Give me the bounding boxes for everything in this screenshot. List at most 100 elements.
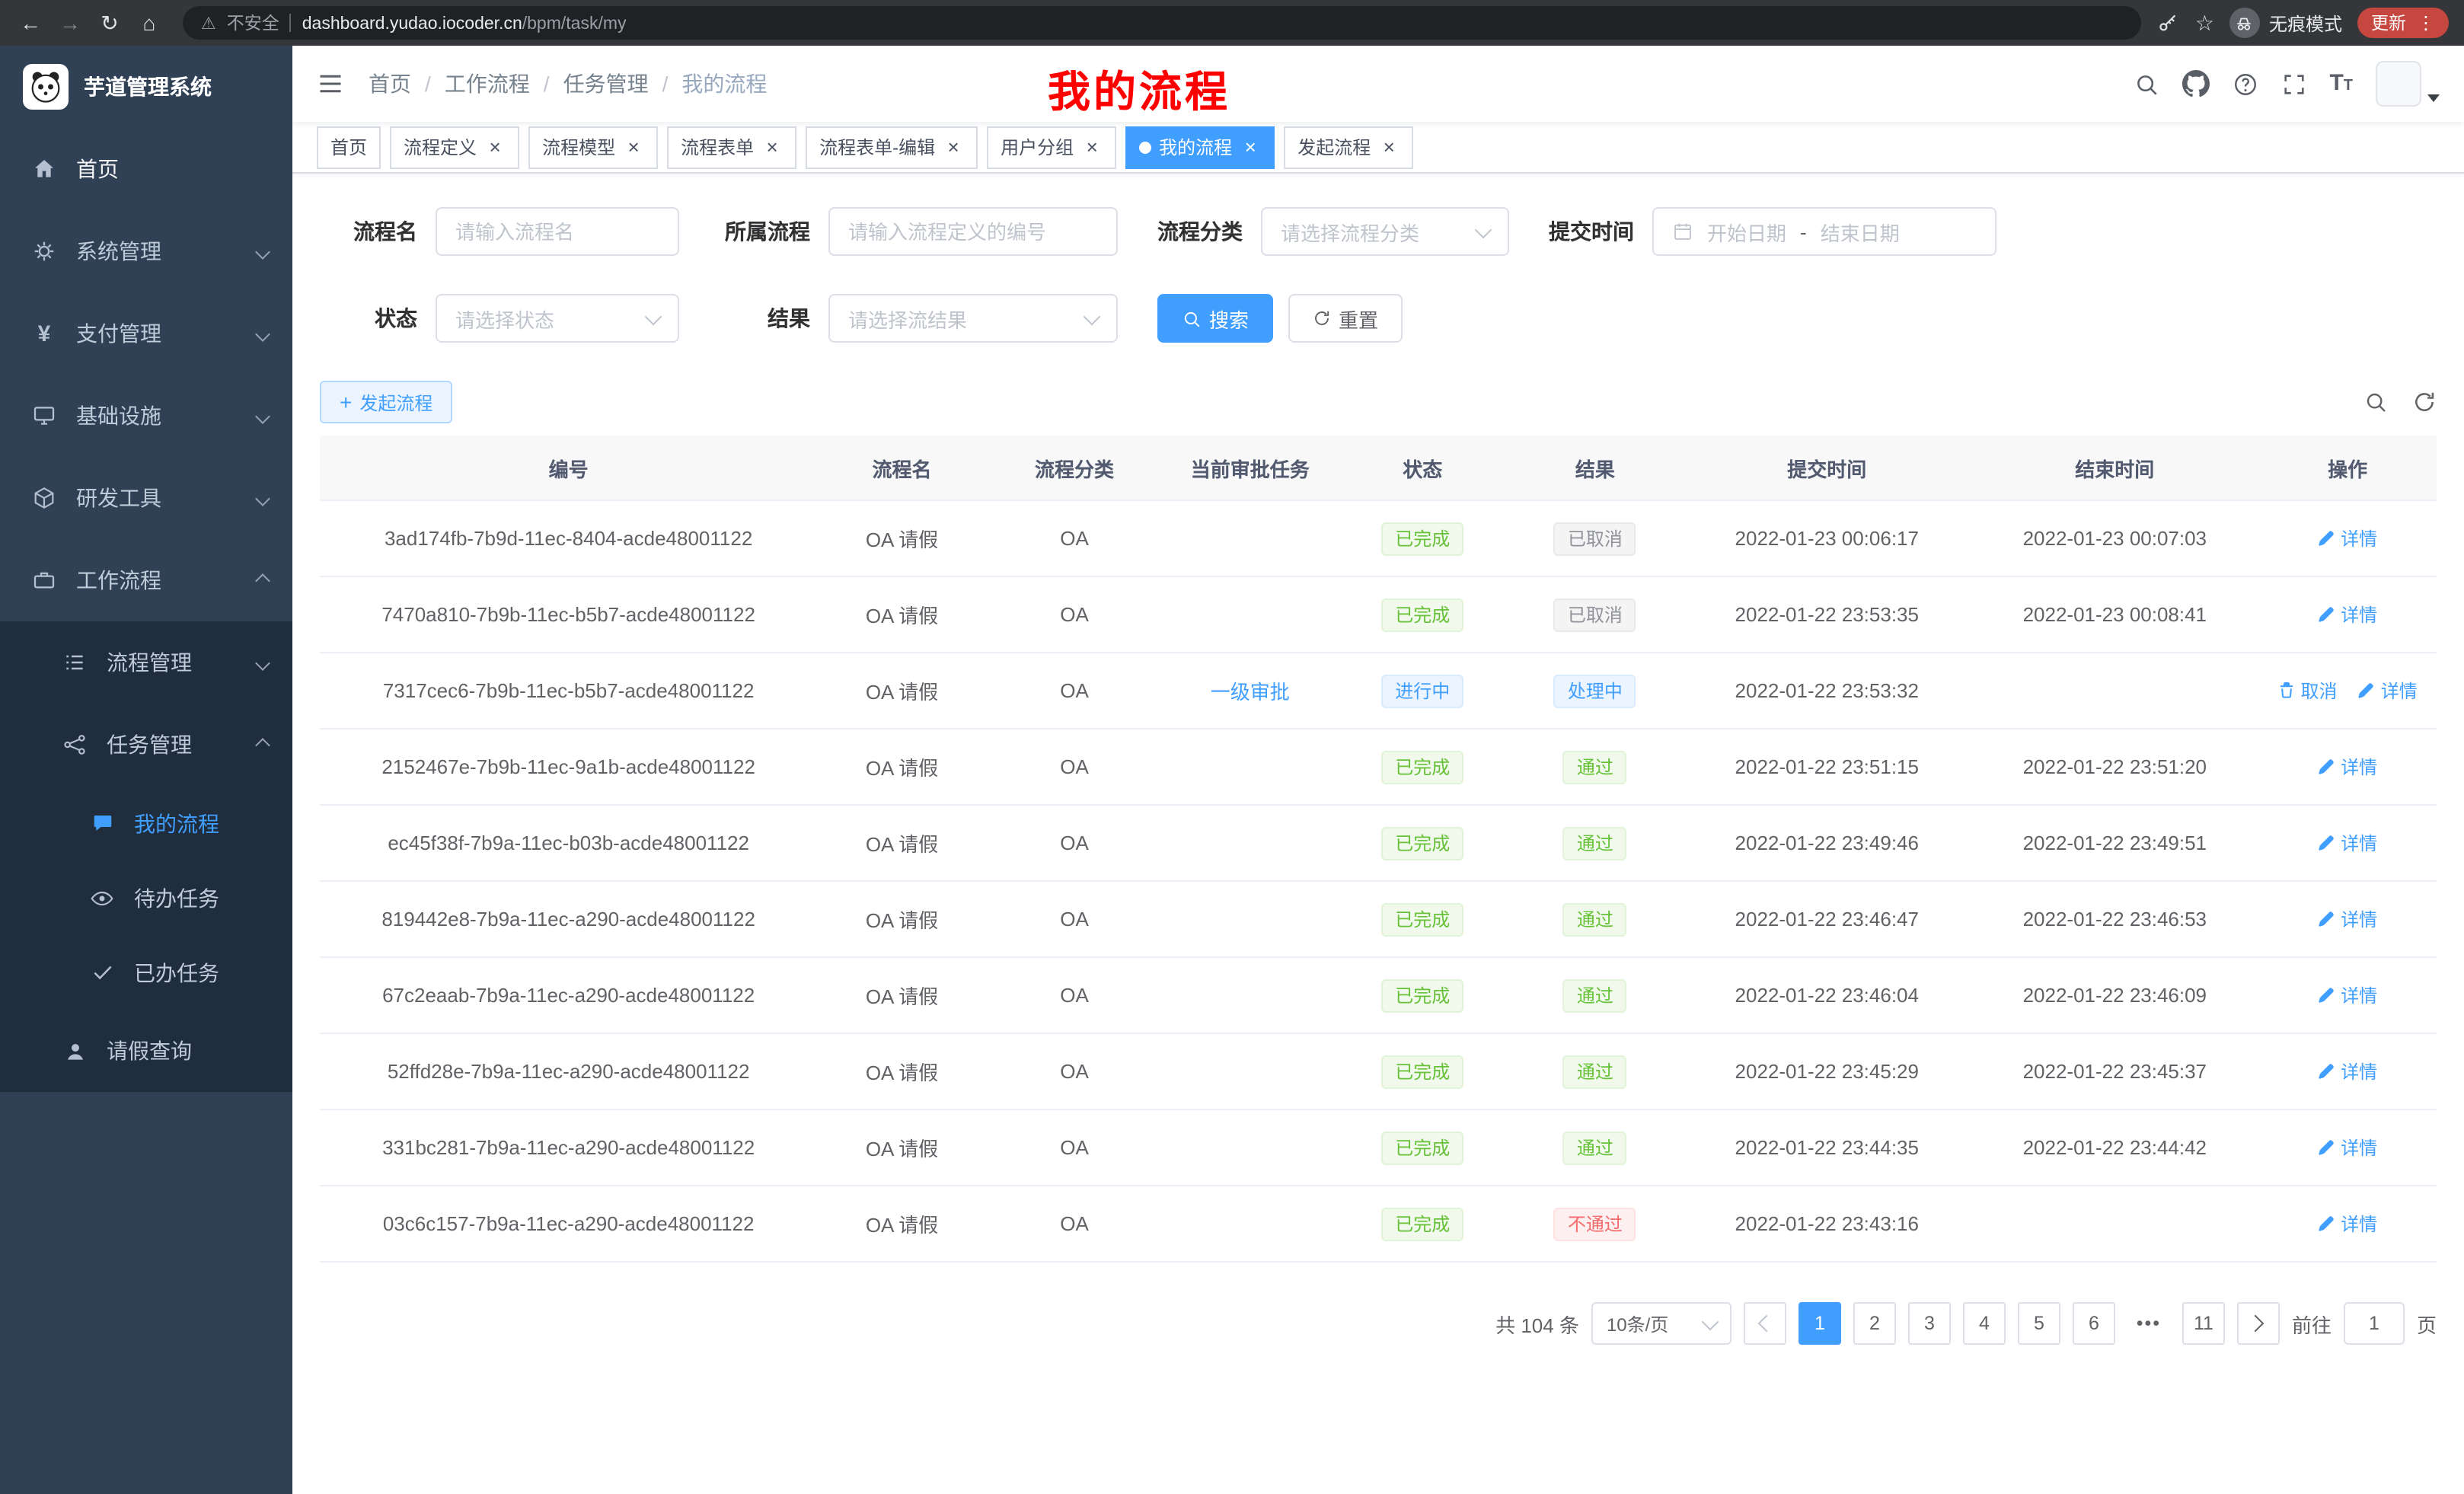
close-icon[interactable]: × <box>1378 136 1400 158</box>
chrome-update-button[interactable]: 更新 ⋮ <box>2357 8 2449 38</box>
user-menu[interactable] <box>2376 61 2440 107</box>
detail-link[interactable]: 详情 <box>2318 525 2377 551</box>
detail-link[interactable]: 详情 <box>2318 982 2377 1008</box>
detail-link[interactable]: 详情 <box>2318 1211 2377 1237</box>
close-icon[interactable]: × <box>943 136 964 158</box>
tab-my-process[interactable]: 我的流程× <box>1125 126 1275 168</box>
toggle-search-icon[interactable] <box>2363 390 2388 414</box>
detail-link[interactable]: 详情 <box>2318 1058 2377 1084</box>
category-label: 流程分类 <box>1157 216 1243 247</box>
sidebar-item-home[interactable]: 首页 <box>0 128 292 210</box>
status-select[interactable]: 请选择状态 <box>436 294 679 343</box>
refresh-icon[interactable] <box>2412 390 2437 414</box>
help-icon[interactable] <box>2232 71 2258 97</box>
result-select[interactable]: 请选择流结果 <box>828 294 1118 343</box>
sidebar-item-my-process[interactable]: 我的流程 <box>0 786 292 860</box>
back-button[interactable]: ← <box>12 5 49 41</box>
page-button-last[interactable]: 11 <box>2182 1302 2225 1345</box>
start-process-button[interactable]: + 发起流程 <box>320 381 452 423</box>
sidebar-item-payment[interactable]: ¥ 支付管理 <box>0 292 292 375</box>
detail-link[interactable]: 详情 <box>2318 1135 2377 1160</box>
result-label: 结果 <box>719 303 810 334</box>
detail-link[interactable]: 详情 <box>2318 754 2377 780</box>
fullscreen-icon[interactable] <box>2280 71 2306 97</box>
current-task-link[interactable]: 一级审批 <box>1211 676 1290 705</box>
result-badge: 已取消 <box>1554 522 1636 555</box>
sidebar-item-devtools[interactable]: 研发工具 <box>0 457 292 539</box>
incognito-badge: 无痕模式 <box>2229 8 2342 38</box>
time-label: 提交时间 <box>1549 216 1634 247</box>
calendar-icon <box>1672 221 1693 242</box>
close-icon[interactable]: × <box>1240 136 1261 158</box>
cancel-link[interactable]: 取消 <box>2278 678 2338 704</box>
tab-process-form-edit[interactable]: 流程表单-编辑× <box>806 126 978 168</box>
next-page-button[interactable] <box>2237 1302 2280 1345</box>
font-size-icon[interactable]: TT <box>2329 70 2353 97</box>
tab-start-process[interactable]: 发起流程× <box>1284 126 1413 168</box>
submit-time-range[interactable]: 开始日期 - 结束日期 <box>1652 207 1996 256</box>
status-badge: 已完成 <box>1381 598 1463 631</box>
close-icon[interactable]: × <box>623 136 644 158</box>
chevron-down-icon <box>255 490 270 506</box>
category-select[interactable]: 请选择流程分类 <box>1261 207 1509 256</box>
search-button[interactable]: 搜索 <box>1157 294 1273 343</box>
detail-link[interactable]: 详情 <box>2318 602 2377 627</box>
breadcrumb-workflow[interactable]: 工作流程 <box>445 69 530 99</box>
gear-icon <box>30 239 58 263</box>
tab-user-group[interactable]: 用户分组× <box>987 126 1116 168</box>
reset-button[interactable]: 重置 <box>1288 294 1403 343</box>
page-size-select[interactable]: 10条/页 <box>1591 1302 1732 1345</box>
process-name-input[interactable] <box>436 207 679 256</box>
tags-view-bar: 首页 流程定义× 流程模型× 流程表单× 流程表单-编辑× 用户分组× 我的流程… <box>292 122 2464 174</box>
sidebar-item-workflow[interactable]: 工作流程 <box>0 539 292 621</box>
tab-home[interactable]: 首页 <box>317 126 381 168</box>
status-badge: 已完成 <box>1381 522 1463 555</box>
detail-link[interactable]: 详情 <box>2318 906 2377 932</box>
close-icon[interactable]: × <box>484 136 506 158</box>
search-icon[interactable] <box>2133 71 2159 97</box>
browser-home-button[interactable]: ⌂ <box>131 5 168 41</box>
table-row: 7470a810-7b9b-11ec-b5b7-acde48001122 OA … <box>320 576 2437 653</box>
page-button[interactable]: 5 <box>2018 1302 2060 1345</box>
close-icon[interactable]: × <box>1081 136 1103 158</box>
tab-process-form[interactable]: 流程表单× <box>667 126 796 168</box>
col-submit-time: 提交时间 <box>1683 436 1971 500</box>
address-bar[interactable]: ⚠ 不安全 dashboard.yudao.iocoder.cn/bpm/tas… <box>183 6 2142 40</box>
reload-button[interactable]: ↻ <box>91 5 128 41</box>
prev-page-button[interactable] <box>1744 1302 1786 1345</box>
breadcrumb-home[interactable]: 首页 <box>369 69 411 99</box>
app-logo[interactable]: 芋道管理系统 <box>0 46 292 128</box>
sidebar-item-todo-task[interactable]: 待办任务 <box>0 860 292 935</box>
page-button[interactable]: 4 <box>1963 1302 2006 1345</box>
password-key-icon[interactable] <box>2157 11 2180 34</box>
result-badge: 通过 <box>1563 750 1627 784</box>
sidebar-item-task-mgmt[interactable]: 任务管理 <box>0 704 292 786</box>
forward-button[interactable]: → <box>52 5 88 41</box>
table-row: 3ad174fb-7b9d-11ec-8404-acde48001122 OA … <box>320 500 2437 576</box>
sidebar-item-done-task[interactable]: 已办任务 <box>0 935 292 1010</box>
process-def-input[interactable] <box>828 207 1118 256</box>
detail-link[interactable]: 详情 <box>2318 830 2377 856</box>
breadcrumb-task-mgmt[interactable]: 任务管理 <box>563 69 649 99</box>
sidebar-item-infra[interactable]: 基础设施 <box>0 375 292 457</box>
close-icon[interactable]: × <box>761 136 783 158</box>
tab-process-definition[interactable]: 流程定义× <box>390 126 519 168</box>
tab-process-model[interactable]: 流程模型× <box>528 126 658 168</box>
sidebar-item-system[interactable]: 系统管理 <box>0 210 292 292</box>
sidebar-item-process-mgmt[interactable]: 流程管理 <box>0 621 292 704</box>
hamburger-icon[interactable] <box>317 70 344 97</box>
page-button[interactable]: 1 <box>1799 1302 1841 1345</box>
bookmark-star-icon[interactable]: ☆ <box>2195 10 2214 36</box>
browser-menu-kebab-icon[interactable]: ⋮ <box>2417 12 2435 34</box>
page-button[interactable]: 3 <box>1908 1302 1951 1345</box>
detail-link[interactable]: 详情 <box>2358 678 2418 704</box>
more-pages-button[interactable]: ••• <box>2127 1302 2170 1345</box>
annotation-overlay: 我的流程 <box>1048 59 1230 120</box>
page-button[interactable]: 6 <box>2073 1302 2115 1345</box>
sidebar-item-leave-query[interactable]: 请假查询 <box>0 1010 292 1092</box>
col-end-time: 结束时间 <box>1971 436 2258 500</box>
avatar[interactable] <box>2376 61 2421 107</box>
page-button[interactable]: 2 <box>1853 1302 1896 1345</box>
goto-page-input[interactable] <box>2344 1302 2405 1345</box>
github-icon[interactable] <box>2182 70 2209 97</box>
